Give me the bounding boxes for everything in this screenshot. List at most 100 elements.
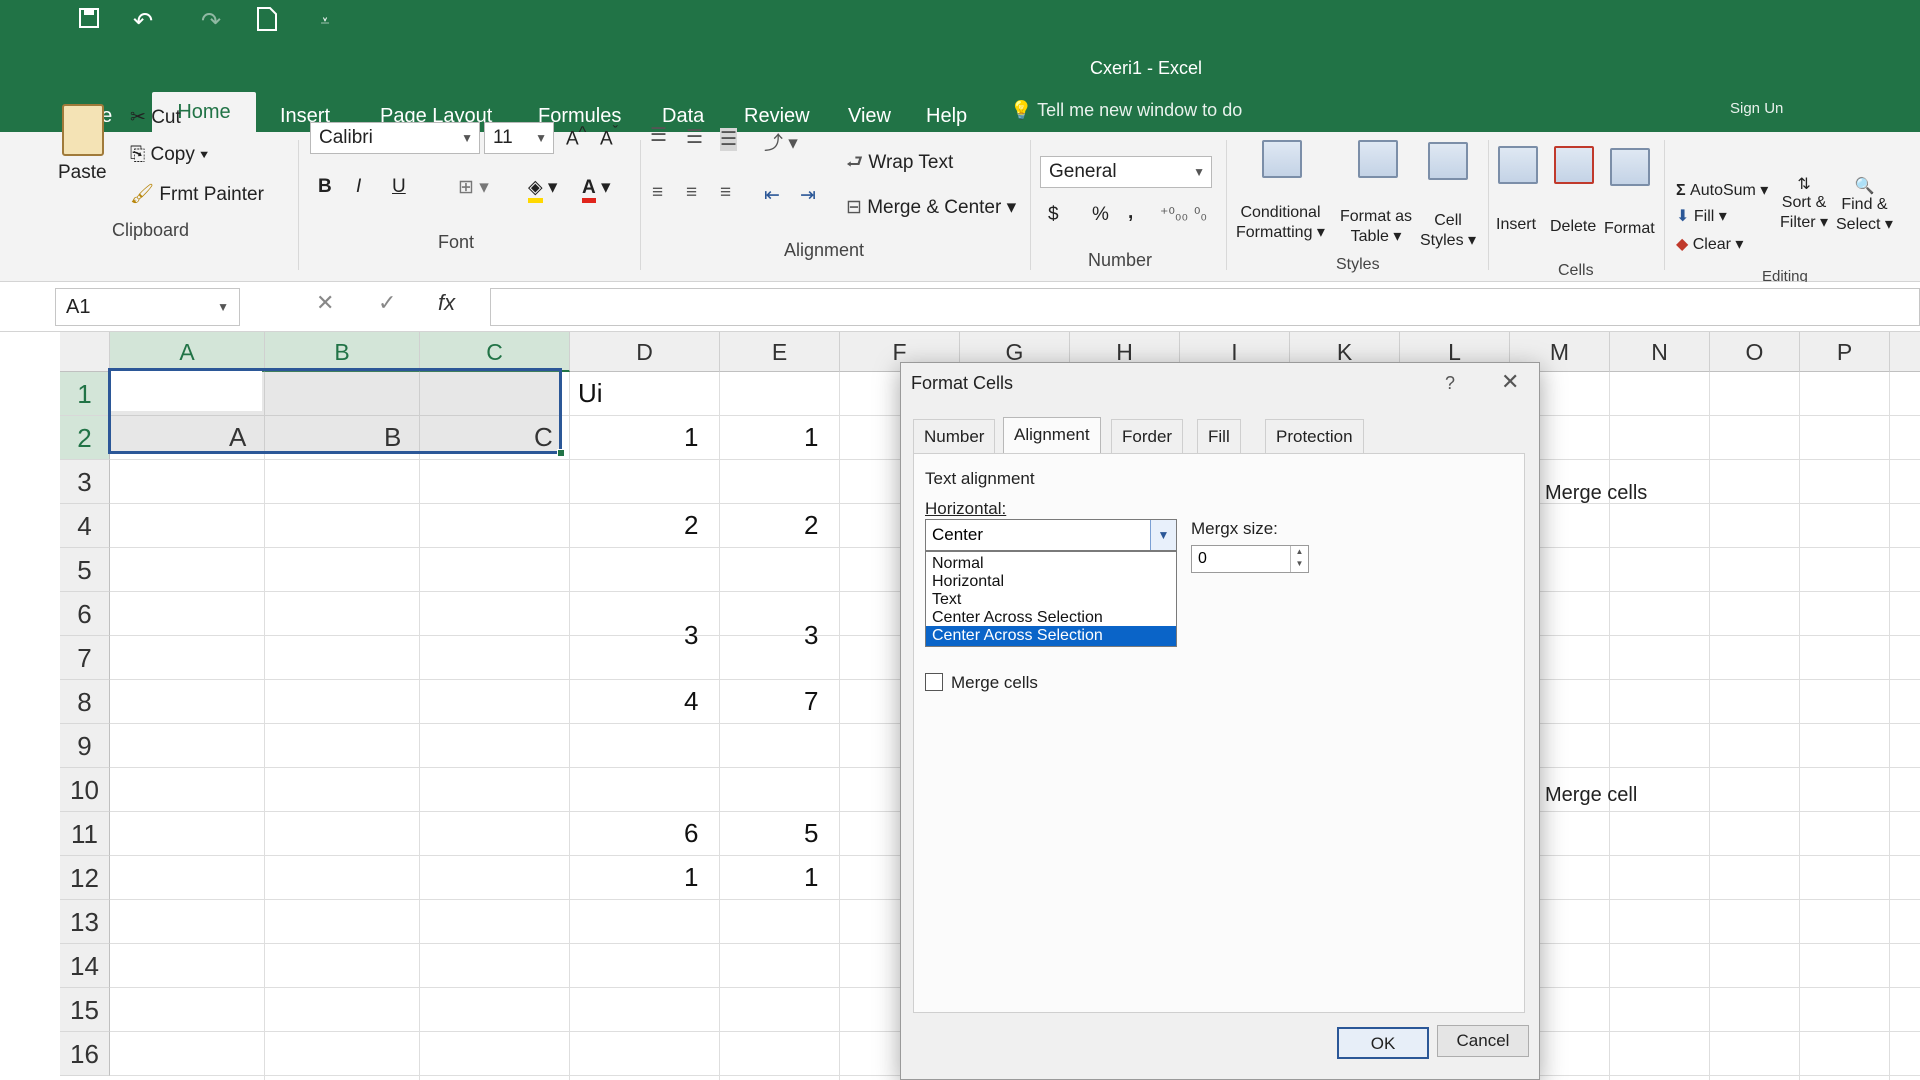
cell-d2[interactable]: 1 (684, 422, 698, 453)
copy-button[interactable]: ⎘ Copy ▾ (130, 144, 208, 166)
chevron-down-icon[interactable]: ▼ (1150, 520, 1176, 550)
row-header-11[interactable]: 11 (60, 812, 110, 856)
grow-font-icon[interactable]: A^ (566, 124, 586, 150)
cut-button[interactable]: ✂ Cut (130, 106, 181, 129)
decrease-indent-icon[interactable]: ⇤ (764, 184, 780, 207)
increase-decimal-icon[interactable]: ⁺⁰₀₀ (1160, 204, 1188, 224)
number-format-combo[interactable]: General ▼ (1040, 156, 1212, 188)
undo-icon[interactable]: ↶ (128, 6, 158, 38)
cell-d1[interactable]: Ui (578, 378, 603, 409)
row-header-5[interactable]: 5 (60, 548, 110, 592)
tell-me-search[interactable]: 💡 Tell me new window to do (1010, 100, 1242, 121)
cell-e2[interactable]: 1 (804, 422, 818, 453)
column-header-n[interactable]: N (1610, 332, 1710, 372)
underline-button[interactable]: U (392, 176, 406, 198)
merge-cells-checkbox[interactable] (925, 673, 943, 691)
row-header-9[interactable]: 9 (60, 724, 110, 768)
align-bottom-icon[interactable]: ☰ (720, 128, 738, 151)
redo-icon[interactable]: ↷ (196, 6, 226, 38)
row-header-14[interactable]: 14 (60, 944, 110, 988)
percent-button[interactable]: % (1092, 204, 1109, 226)
merge-size-input[interactable]: 0 ▲ ▼ (1191, 545, 1309, 573)
column-header-a[interactable]: A (110, 332, 265, 372)
row-header-6[interactable]: 6 (60, 592, 110, 636)
column-header-o[interactable]: O (1710, 332, 1800, 372)
option-center-across-selection[interactable]: Center Across Selection (926, 608, 1176, 628)
save-icon[interactable] (74, 6, 104, 38)
align-top-icon[interactable]: ☰ (650, 124, 667, 147)
paste-icon[interactable] (62, 104, 104, 156)
option-horizontal[interactable]: Horizontal (926, 572, 1176, 592)
confirm-entry-icon[interactable]: ✓ (378, 290, 396, 316)
sort-filter-button[interactable]: ⇅ Sort & Filter ▾ (1780, 174, 1828, 232)
currency-button[interactable]: $ (1048, 204, 1059, 226)
column-header-q[interactable]: Q (1890, 332, 1920, 372)
insert-function-button[interactable]: fx (438, 290, 455, 316)
name-box[interactable]: A1 ▼ (55, 288, 240, 326)
tab-help[interactable]: Help (916, 100, 977, 132)
font-size-combo[interactable]: 11 ▼ (484, 122, 554, 154)
column-header-c[interactable]: C (420, 332, 570, 372)
tab-border[interactable]: Forder (1111, 419, 1184, 453)
select-all-corner[interactable] (60, 332, 110, 372)
delete-cells-button[interactable]: Delete (1550, 218, 1596, 236)
align-right-icon[interactable]: ≡ (720, 182, 731, 204)
font-color-icon[interactable]: A ▾ (582, 176, 611, 203)
find-select-button[interactable]: 🔍 Find & Select ▾ (1836, 176, 1893, 234)
row-header-4[interactable]: 4 (60, 504, 110, 548)
cell-d11[interactable]: 6 (684, 818, 698, 849)
align-center-icon[interactable]: ≡ (686, 182, 697, 204)
close-icon[interactable]: ✕ (1501, 369, 1519, 395)
row-header-2[interactable]: 2 (60, 416, 110, 460)
fill-button[interactable]: ⬇ Fill ▾ (1676, 206, 1727, 226)
cell-d6-5[interactable]: 3 (684, 620, 698, 651)
tab-fill[interactable]: Fill (1197, 419, 1241, 453)
cell-styles-button[interactable]: Cell Styles ▾ (1420, 212, 1476, 250)
row-header-13[interactable]: 13 (60, 900, 110, 944)
cancel-entry-icon[interactable]: ✕ (316, 290, 334, 316)
decrease-decimal-icon[interactable]: ⁰₀ (1194, 204, 1207, 224)
spinner-icon[interactable]: ▲ ▼ (1290, 546, 1308, 572)
merge-center-button[interactable]: ⊟ Merge & Center ▾ (846, 196, 1016, 219)
autosum-button[interactable]: Σ AutoSum ▾ (1676, 180, 1768, 200)
conditional-formatting-button[interactable]: Conditional Formatting ▾ (1236, 204, 1325, 242)
option-text[interactable]: Text (926, 590, 1176, 610)
tab-view[interactable]: View (838, 100, 901, 132)
format-painter-button[interactable]: 🖌 Frmt Painter (130, 182, 264, 206)
help-button[interactable]: ? (1445, 373, 1455, 394)
active-cell[interactable] (111, 371, 262, 411)
cell-e4[interactable]: 2 (804, 510, 818, 541)
tab-number[interactable]: Number (913, 419, 996, 453)
column-header-b[interactable]: B (265, 332, 420, 372)
new-icon[interactable] (252, 6, 282, 38)
comma-button[interactable]: , (1128, 202, 1133, 224)
shrink-font-icon[interactable]: Aˇ (600, 124, 618, 150)
insert-cells-button[interactable]: Insert (1496, 216, 1536, 234)
option-center-across-selection-selected[interactable]: Center Across Selection (926, 626, 1176, 646)
borders-icon[interactable]: ⊞ ▾ (458, 176, 489, 199)
cell-d4[interactable]: 2 (684, 510, 698, 541)
format-as-table-button[interactable]: Format as Table ▾ (1340, 208, 1412, 246)
row-header-15[interactable]: 15 (60, 988, 110, 1032)
cell-e6-5[interactable]: 3 (804, 620, 818, 651)
fill-color-icon[interactable]: ◈ ▾ (528, 176, 557, 203)
increase-indent-icon[interactable]: ⇥ (800, 184, 816, 207)
cell-e12[interactable]: 1 (804, 862, 818, 893)
option-normal[interactable]: Normal (926, 554, 1176, 574)
row-header-12[interactable]: 12 (60, 856, 110, 900)
paste-button[interactable]: Paste (58, 162, 107, 184)
align-middle-icon[interactable]: ☰ (686, 126, 703, 149)
cell-d8[interactable]: 4 (684, 686, 698, 717)
horizontal-options-list[interactable]: Normal Horizontal Text Center Across Sel… (925, 551, 1177, 647)
row-header-10[interactable]: 10 (60, 768, 110, 812)
cell-e11[interactable]: 5 (804, 818, 818, 849)
cell-e8[interactable]: 7 (804, 686, 818, 717)
bold-button[interactable]: B (318, 176, 332, 198)
column-header-p[interactable]: P (1800, 332, 1890, 372)
column-header-e[interactable]: E (720, 332, 840, 372)
horizontal-select[interactable]: Center ▼ (925, 519, 1177, 551)
tab-protection[interactable]: Protection (1265, 419, 1364, 453)
italic-button[interactable]: I (356, 176, 361, 198)
align-left-icon[interactable]: ≡ (652, 182, 663, 204)
column-header-d[interactable]: D (570, 332, 720, 372)
